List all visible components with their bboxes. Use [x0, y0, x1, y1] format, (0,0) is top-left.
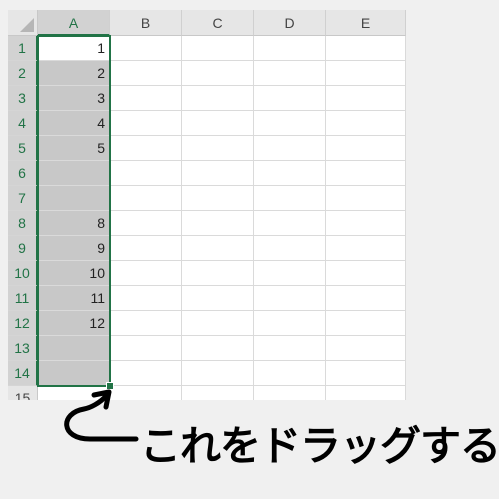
cell-e4[interactable]	[326, 111, 406, 136]
cell-d14[interactable]	[254, 361, 326, 386]
cell-a5[interactable]: 5	[38, 136, 110, 161]
cell-e8[interactable]	[326, 211, 406, 236]
cell-e7[interactable]	[326, 186, 406, 211]
cell-c3[interactable]	[182, 86, 254, 111]
row-header-6[interactable]: 6	[8, 161, 38, 186]
cell-c1[interactable]	[182, 36, 254, 61]
cell-d1[interactable]	[254, 36, 326, 61]
cell-d6[interactable]	[254, 161, 326, 186]
cell-b7[interactable]	[110, 186, 182, 211]
row-header-9[interactable]: 9	[8, 236, 38, 261]
cell-a8[interactable]: 8	[38, 211, 110, 236]
spreadsheet-grid: ABCDE 1 2 3 4 5 6 7 8 9 10 11 12 13 14 15 1 2 3 4 5 8 9 10 11 1…	[8, 10, 406, 400]
cell-e9[interactable]	[326, 236, 406, 261]
cell-b13[interactable]	[110, 336, 182, 361]
cell-a10[interactable]: 10	[38, 261, 110, 286]
cell-d15[interactable]	[254, 386, 326, 400]
row-header-8[interactable]: 8	[8, 211, 38, 236]
cell-c9[interactable]	[182, 236, 254, 261]
cell-a4[interactable]: 4	[38, 111, 110, 136]
cell-c14[interactable]	[182, 361, 254, 386]
column-header-b[interactable]: B	[110, 10, 182, 36]
cell-e14[interactable]	[326, 361, 406, 386]
cell-a9[interactable]: 9	[38, 236, 110, 261]
cell-b1[interactable]	[110, 36, 182, 61]
row-header-11[interactable]: 11	[8, 286, 38, 311]
cell-b3[interactable]	[110, 86, 182, 111]
row-header-13[interactable]: 13	[8, 336, 38, 361]
cell-d11[interactable]	[254, 286, 326, 311]
row-header-7[interactable]: 7	[8, 186, 38, 211]
cell-c2[interactable]	[182, 61, 254, 86]
caption-text: これをドラッグする	[140, 422, 499, 470]
cell-e11[interactable]	[326, 286, 406, 311]
cell-e1[interactable]	[326, 36, 406, 61]
curved-arrow-icon	[64, 389, 139, 442]
cell-d2[interactable]	[254, 61, 326, 86]
cell-a6[interactable]	[38, 161, 110, 186]
cell-d3[interactable]	[254, 86, 326, 111]
cell-c6[interactable]	[182, 161, 254, 186]
row-header-5[interactable]: 5	[8, 136, 38, 161]
cell-b4[interactable]	[110, 111, 182, 136]
cell-b11[interactable]	[110, 286, 182, 311]
select-all-triangle-icon	[20, 18, 34, 32]
column-header-e[interactable]: E	[326, 10, 406, 36]
cell-e12[interactable]	[326, 311, 406, 336]
cell-c10[interactable]	[182, 261, 254, 286]
row-header-3[interactable]: 3	[8, 86, 38, 111]
cell-d7[interactable]	[254, 186, 326, 211]
column-header-d[interactable]: D	[254, 10, 326, 36]
cell-b8[interactable]	[110, 211, 182, 236]
cell-e15[interactable]	[326, 386, 406, 400]
cell-a7[interactable]	[38, 186, 110, 211]
cell-d10[interactable]	[254, 261, 326, 286]
column-header-c[interactable]: C	[182, 10, 254, 36]
cell-c15[interactable]	[182, 386, 254, 400]
cell-a3[interactable]: 3	[38, 86, 110, 111]
cell-b5[interactable]	[110, 136, 182, 161]
column-header-a[interactable]: A	[38, 10, 110, 36]
cell-c12[interactable]	[182, 311, 254, 336]
row-header-2[interactable]: 2	[8, 61, 38, 86]
cell-c11[interactable]	[182, 286, 254, 311]
cell-e13[interactable]	[326, 336, 406, 361]
cell-c13[interactable]	[182, 336, 254, 361]
cell-a12[interactable]: 12	[38, 311, 110, 336]
cell-c5[interactable]	[182, 136, 254, 161]
cell-b6[interactable]	[110, 161, 182, 186]
cell-e2[interactable]	[326, 61, 406, 86]
row-header-12[interactable]: 12	[8, 311, 38, 336]
cell-a1[interactable]: 1	[38, 36, 110, 61]
cell-c8[interactable]	[182, 211, 254, 236]
cell-a11[interactable]: 11	[38, 286, 110, 311]
row-header-10[interactable]: 10	[8, 261, 38, 286]
cell-d12[interactable]	[254, 311, 326, 336]
cell-c4[interactable]	[182, 111, 254, 136]
cell-c7[interactable]	[182, 186, 254, 211]
cell-b12[interactable]	[110, 311, 182, 336]
select-all-button[interactable]	[8, 10, 38, 36]
cell-a2[interactable]: 2	[38, 61, 110, 86]
row-header-14[interactable]: 14	[8, 361, 38, 386]
cell-b10[interactable]	[110, 261, 182, 286]
cell-e5[interactable]	[326, 136, 406, 161]
cell-b9[interactable]	[110, 236, 182, 261]
cell-a13[interactable]	[38, 336, 110, 361]
cell-d5[interactable]	[254, 136, 326, 161]
cell-d13[interactable]	[254, 336, 326, 361]
row-header-4[interactable]: 4	[8, 111, 38, 136]
cell-e3[interactable]	[326, 86, 406, 111]
cell-e10[interactable]	[326, 261, 406, 286]
row-header-1[interactable]: 1	[8, 36, 38, 61]
cell-e6[interactable]	[326, 161, 406, 186]
cell-d4[interactable]	[254, 111, 326, 136]
cell-b2[interactable]	[110, 61, 182, 86]
row-header-15[interactable]: 15	[8, 386, 38, 400]
cell-d9[interactable]	[254, 236, 326, 261]
cell-d8[interactable]	[254, 211, 326, 236]
